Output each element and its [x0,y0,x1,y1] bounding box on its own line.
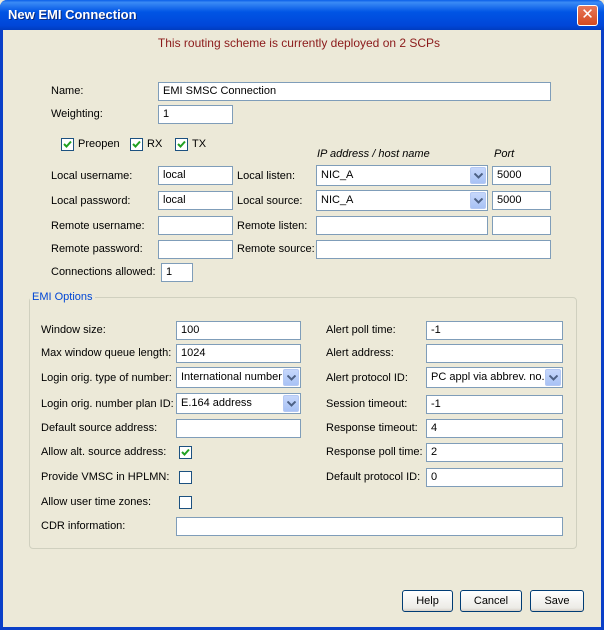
allow-user-tz-checkbox[interactable] [179,496,192,509]
name-label: Name: [51,85,84,97]
remote-password-input[interactable] [158,240,233,259]
checkmark-icon [63,140,72,148]
deployment-banner: This routing scheme is currently deploye… [157,36,441,50]
local-password-input[interactable]: local [158,191,233,210]
login-ton-value: International number [181,371,282,383]
connections-allowed-label: Connections allowed: [51,266,156,278]
session-timeout-input[interactable]: -1 [426,395,563,414]
tx-checkbox[interactable] [175,138,188,151]
preopen-checkbox[interactable] [61,138,74,151]
alert-protocol-label: Alert protocol ID: [326,372,408,384]
remote-username-input[interactable] [158,216,233,235]
provide-vmsc-checkbox[interactable] [179,471,192,484]
alert-address-label: Alert address: [326,347,394,359]
local-source-value: NIC_A [321,194,354,206]
login-npi-select[interactable]: E.164 address [176,393,301,414]
checkmark-icon [132,140,141,148]
weighting-label: Weighting: [51,108,103,120]
local-source-label: Local source: [237,195,303,207]
weighting-input[interactable]: 1 [158,105,233,124]
local-username-label: Local username: [51,170,133,182]
alert-protocol-select[interactable]: PC appl via abbrev. no. [426,367,563,388]
remote-source-input[interactable] [316,240,551,259]
alert-poll-time-input[interactable]: -1 [426,321,563,340]
preopen-label: Preopen [78,138,120,150]
login-ton-label: Login orig. type of number: [41,372,172,384]
checkmark-icon [181,448,190,456]
window-title: New EMI Connection [8,7,137,22]
chevron-down-icon[interactable] [545,369,561,386]
local-source-port-input[interactable]: 5000 [492,191,551,210]
chevron-down-icon[interactable] [470,167,486,184]
cancel-button[interactable]: Cancel [460,590,522,612]
ip-column-header: IP address / host name [317,148,430,160]
window-size-input[interactable]: 100 [176,321,301,340]
local-listen-value: NIC_A [321,169,354,181]
local-username-input[interactable]: local [158,166,233,185]
default-source-input[interactable] [176,419,301,438]
rx-label: RX [147,138,163,150]
save-button[interactable]: Save [530,590,584,612]
response-timeout-label: Response timeout: [326,422,418,434]
local-source-select[interactable]: NIC_A [316,190,488,211]
provide-vmsc-label: Provide VMSC in HPLMN: [41,471,170,483]
remote-listen-label: Remote listen: [237,220,308,232]
name-input[interactable]: EMI SMSC Connection [158,82,551,101]
window-size-label: Window size: [41,324,106,336]
allow-alt-source-checkbox[interactable] [179,446,192,459]
alert-poll-time-label: Alert poll time: [326,324,396,336]
remote-listen-port-input[interactable] [492,216,551,235]
title-bar[interactable]: New EMI Connection ✕ [0,0,604,30]
help-button[interactable]: Help [402,590,453,612]
max-window-queue-label: Max window queue length: [41,347,172,359]
allow-user-tz-label: Allow user time zones: [41,496,152,508]
local-listen-port-input[interactable]: 5000 [492,166,551,185]
local-password-label: Local password: [51,195,131,207]
response-poll-time-label: Response poll time: [326,446,423,458]
alert-protocol-value: PC appl via abbrev. no. [431,371,545,383]
remote-username-label: Remote username: [51,220,145,232]
chevron-down-icon[interactable] [470,192,486,209]
tx-label: TX [192,138,207,150]
checkmark-icon [177,140,186,148]
remote-password-label: Remote password: [51,243,143,255]
alert-address-input[interactable] [426,344,563,363]
remote-listen-input[interactable] [316,216,488,235]
chevron-down-icon[interactable] [283,369,299,386]
close-icon[interactable]: ✕ [577,5,598,26]
max-window-queue-input[interactable]: 1024 [176,344,301,363]
rx-checkbox[interactable] [130,138,143,151]
session-timeout-label: Session timeout: [326,398,408,410]
local-listen-label: Local listen: [237,170,296,182]
default-protocol-input[interactable]: 0 [426,468,563,487]
port-column-header: Port [494,148,515,160]
emi-options-title: EMI Options [30,291,95,303]
chevron-down-icon[interactable] [283,395,299,412]
response-timeout-input[interactable]: 4 [426,419,563,438]
login-ton-select[interactable]: International number [176,367,301,388]
login-npi-value: E.164 address [181,397,252,409]
connections-allowed-input[interactable]: 1 [161,263,193,282]
allow-alt-source-label: Allow alt. source address: [41,446,167,458]
default-protocol-label: Default protocol ID: [326,471,421,483]
remote-source-label: Remote source: [237,243,315,255]
login-npi-label: Login orig. number plan ID: [41,398,174,410]
cdr-info-label: CDR information: [41,520,126,532]
cdr-info-input[interactable] [176,517,563,536]
local-listen-select[interactable]: NIC_A [316,165,488,186]
default-source-label: Default source address: [41,422,158,434]
response-poll-time-input[interactable]: 2 [426,443,563,462]
